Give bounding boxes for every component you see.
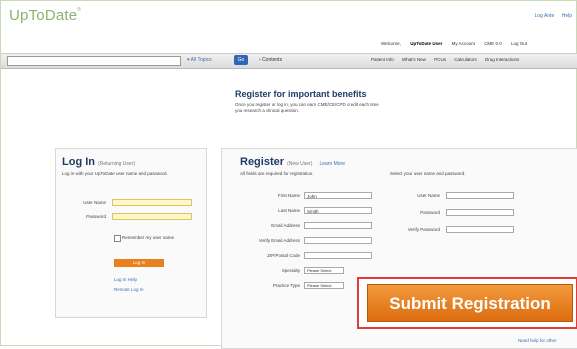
login-help-link[interactable]: Log In Help [114, 277, 137, 282]
learn-more-link[interactable]: Learn More [319, 161, 345, 167]
specialty-select[interactable]: Please Select [304, 267, 344, 274]
search-nav-bar: ▾ All Topics Go › Contents Patient Info … [1, 53, 577, 69]
search-input[interactable] [7, 56, 181, 66]
email-field[interactable] [304, 222, 372, 229]
topics-dropdown[interactable]: ▾ All Topics [187, 57, 212, 63]
help-link[interactable]: Need help for other [518, 338, 557, 343]
specialty-label: Specialty [281, 268, 300, 273]
new-username-field[interactable] [446, 192, 514, 199]
login-panel: Log In (Returning User) Log in with your… [55, 148, 207, 318]
verify-password-field[interactable] [446, 226, 514, 233]
nav-link-whats-new[interactable]: What's New [402, 57, 426, 62]
user-bar: Welcome, UpToDate User My Account CME 0.… [381, 41, 577, 46]
welcome-text: Welcome, UpToDate User [381, 41, 443, 46]
nav-link-pcus[interactable]: PCUs [434, 57, 446, 62]
hero-description: Once you register or log in, you can ear… [235, 102, 379, 113]
login-button[interactable]: Log In [114, 259, 164, 267]
page-frame: UpToDate® Log Ante Help Welcome, UpToDat… [0, 0, 577, 349]
login-intro: Log in with your UpToDate user name and … [62, 171, 168, 176]
verify-email-label: Verify Email Address [258, 238, 300, 243]
verify-email-field[interactable] [304, 237, 372, 244]
search-go-button[interactable]: Go [234, 55, 248, 65]
first-name-field[interactable]: John [304, 192, 372, 199]
top-link[interactable]: Log Ante [535, 13, 555, 19]
last-name-label: Last Name [278, 208, 300, 213]
password-field[interactable] [112, 213, 192, 220]
first-name-label: First Name [277, 193, 300, 198]
top-link-help[interactable]: Help [562, 13, 572, 19]
new-username-label: User Name [417, 193, 440, 198]
zip-code-label: ZIP/Postal Code [267, 253, 300, 258]
chevron-right-icon: › [259, 57, 261, 63]
required-note: All fields are required for registration… [240, 171, 314, 176]
log-out-link[interactable]: Log Out [511, 41, 527, 46]
zip-code-field[interactable] [304, 252, 372, 259]
contents-link[interactable]: › Contents [259, 57, 282, 63]
nav-link-patient-info[interactable]: Patient Info [371, 57, 394, 62]
password-label: Password [86, 214, 106, 219]
new-password-field[interactable] [446, 209, 514, 216]
last-name-field[interactable]: Smith [304, 207, 372, 214]
practice-type-select[interactable]: Please Select [304, 282, 344, 289]
verify-password-label: Verify Password [407, 227, 440, 232]
nav-links: Patient Info What's New PCUs Calculators… [371, 57, 526, 62]
new-password-label: Password [420, 210, 440, 215]
remember-checkbox[interactable] [114, 235, 121, 242]
my-account-link[interactable]: My Account [452, 41, 475, 46]
email-label: Email Address [271, 223, 300, 228]
top-links: Log Ante Help [529, 13, 572, 19]
select-note: Select your user name and password. [390, 171, 466, 176]
page-title: Register for important benefits [235, 89, 367, 99]
nav-link-drug-interactions[interactable]: Drug Interactions [485, 57, 519, 62]
username-field[interactable] [112, 199, 192, 206]
remote-login-link[interactable]: Remote Log In [114, 287, 144, 292]
login-title: Log In (Returning User) [62, 156, 136, 168]
register-title: Register (New User) Learn More [240, 156, 346, 168]
uptodate-logo[interactable]: UpToDate® [9, 7, 81, 24]
submit-registration-button[interactable]: Submit Registration [367, 284, 573, 322]
username-label: User Name [83, 200, 106, 205]
cme-link[interactable]: CME 0.0 [484, 41, 502, 46]
nav-link-calculators[interactable]: Calculators [454, 57, 477, 62]
chevron-down-icon: ▾ [187, 57, 190, 63]
practice-type-label: Practice Type [272, 283, 300, 288]
remember-label: Remember my user name [122, 235, 175, 240]
